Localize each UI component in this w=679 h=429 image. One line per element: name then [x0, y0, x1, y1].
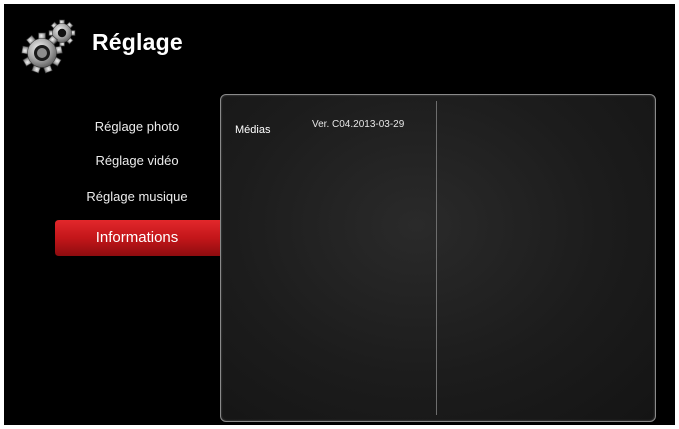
menu-item-music-settings[interactable]: Réglage musique [55, 181, 219, 213]
menu-item-photo-settings[interactable]: Réglage photo [55, 111, 219, 143]
menu-item-label: Réglage vidéo [95, 153, 179, 168]
info-version-value: Ver. C04.2013-03-29 [312, 119, 405, 130]
page-title: Réglage [92, 29, 183, 55]
menu-item-label: Informations [95, 229, 179, 246]
menu-item-label: Réglage photo [94, 119, 180, 134]
gears-icon [21, 19, 76, 74]
information-panel: Médias Ver. C04.2013-03-29 [220, 94, 656, 422]
menu-item-video-settings[interactable]: Réglage vidéo [55, 145, 219, 177]
info-label-media: Médias [235, 124, 271, 136]
menu-item-information[interactable]: Informations [55, 220, 236, 256]
settings-screen: Réglage Réglage photo Réglage vidéo Régl… [4, 4, 675, 425]
panel-divider [436, 101, 437, 415]
menu-item-label: Réglage musique [86, 189, 188, 204]
